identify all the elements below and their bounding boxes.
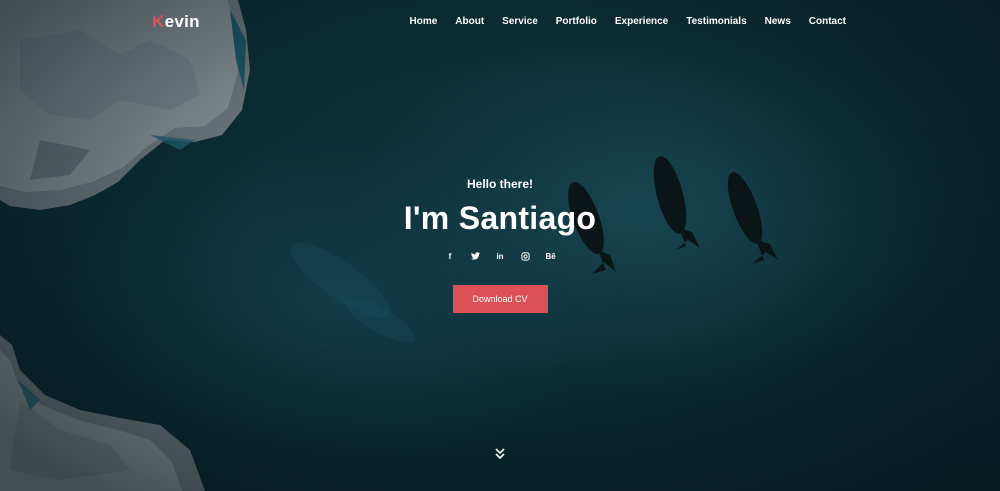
brand-logo-initial: K [152,12,165,31]
behance-icon[interactable]: Bē [546,252,556,263]
brand-logo-rest: evin [164,12,200,31]
download-cv-button[interactable]: Download CV [452,285,548,313]
hero-greeting: Hello there! [466,177,533,191]
linkedin-icon[interactable]: in [496,252,505,263]
hero-headline: I'm Santiago [403,200,597,236]
nav-item-about[interactable]: About [455,16,484,27]
instagram-glyph [520,252,530,261]
facebook-icon[interactable]: f [446,252,455,263]
hero-content: Hello there! I'm Santiago f in Bē Downlo… [0,177,1000,313]
double-chevron-down-icon [495,448,505,460]
scroll-down-icon[interactable] [491,446,509,462]
main-nav: Home About Service Portfolio Experience … [391,16,846,27]
nav-item-testimonials[interactable]: Testimonials [686,16,746,27]
instagram-icon[interactable] [520,252,530,263]
social-links: f in Bē [0,252,1000,263]
brand-logo[interactable]: Kevin [152,12,200,32]
nav-item-experience[interactable]: Experience [615,16,668,27]
nav-item-contact[interactable]: Contact [809,16,846,27]
hero-section: Kevin Home About Service Portfolio Exper… [0,0,1000,491]
nav-item-service[interactable]: Service [502,16,538,27]
nav-item-home[interactable]: Home [409,16,437,27]
nav-item-news[interactable]: News [765,16,791,27]
nav-item-portfolio[interactable]: Portfolio [556,16,597,27]
twitter-bird-glyph [470,252,480,260]
twitter-icon[interactable] [470,252,480,263]
